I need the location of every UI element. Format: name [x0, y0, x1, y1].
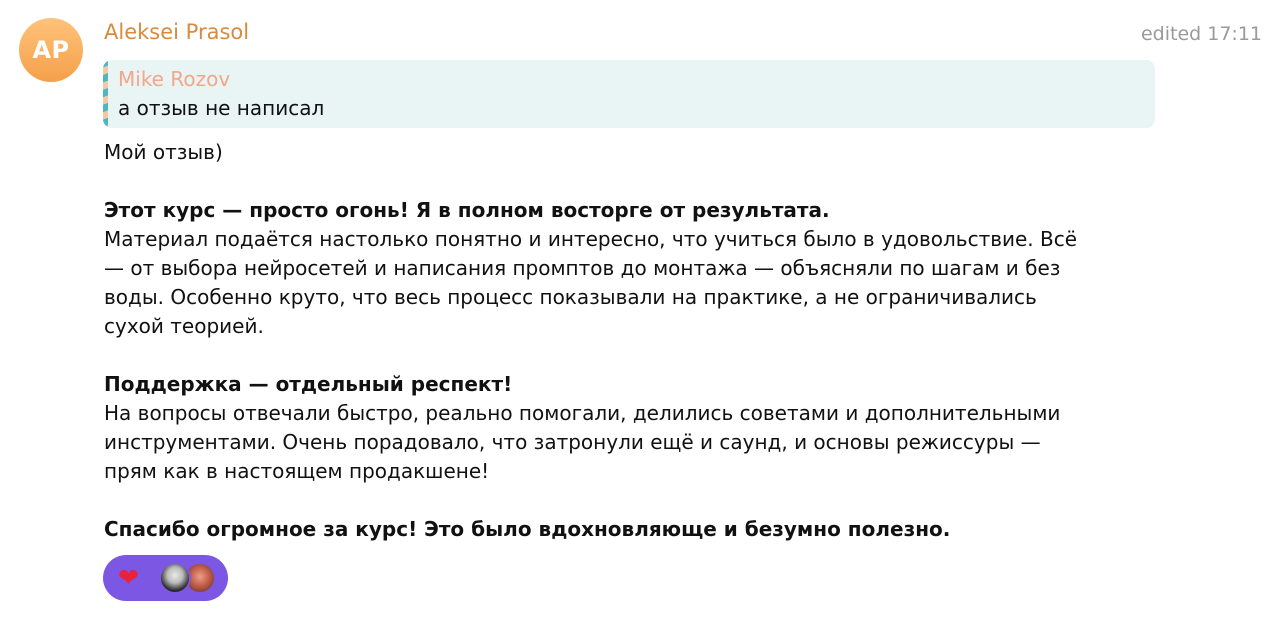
- reply-text: а отзыв не написал: [118, 96, 325, 120]
- chat-message: AP Aleksei Prasol edited 17:11 Mike Rozo…: [0, 0, 1280, 618]
- reply-quote[interactable]: Mike Rozov а отзыв не написал: [103, 60, 1155, 128]
- paragraph-line: Материал подаётся настолько понятно и ин…: [104, 227, 1078, 251]
- intro-line: Мой отзыв): [104, 140, 223, 164]
- reply-author: Mike Rozov: [118, 67, 231, 91]
- paragraph-line: инструментами. Очень порадовало, что зат…: [104, 430, 1041, 454]
- reply-stripe: [103, 60, 108, 128]
- paragraph-line: — от выбора нейросетей и написания промп…: [104, 256, 1061, 280]
- paragraph-line: прям как в настоящем продакшене!: [104, 459, 490, 483]
- message-timestamp: edited 17:11: [1140, 23, 1262, 45]
- avatar[interactable]: AP: [19, 18, 83, 82]
- message-body: Мой отзыв) Этот курс — просто огонь! Я в…: [104, 138, 1184, 544]
- heart-icon: ❤: [118, 563, 139, 592]
- paragraph-line: сухой теорией.: [104, 314, 264, 338]
- paragraph-line: На вопросы отвечали быстро, реально помо…: [104, 401, 1061, 425]
- heading-course: Этот курс — просто огонь! Я в полном вос…: [104, 198, 830, 222]
- reactor-avatar: [159, 562, 191, 594]
- heading-support: Поддержка — отдельный респект!: [104, 372, 513, 396]
- sender-name[interactable]: Aleksei Prasol: [104, 20, 249, 44]
- avatar-initials: AP: [32, 36, 70, 64]
- paragraph-line: воды. Особенно круто, что весь процесс п…: [104, 285, 1037, 309]
- closing-line: Спасибо огромное за курс! Это было вдохн…: [104, 517, 951, 541]
- reaction-pill[interactable]: ❤: [103, 555, 228, 601]
